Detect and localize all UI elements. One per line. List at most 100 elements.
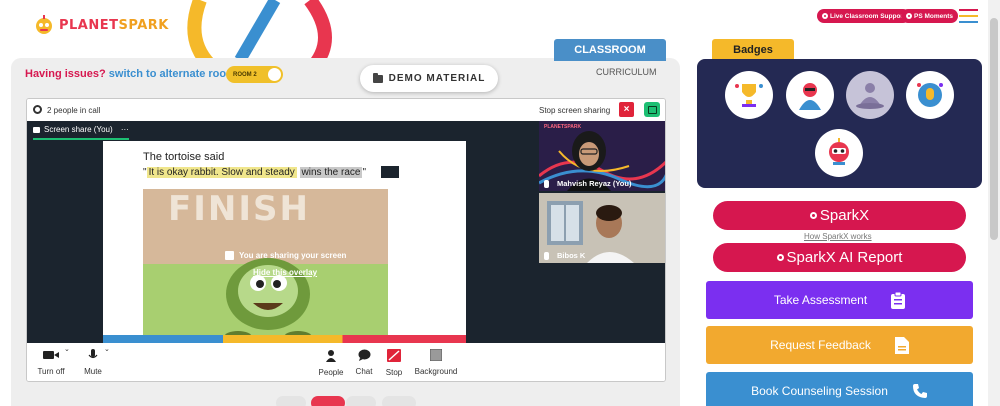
chat-icon — [358, 349, 370, 361]
tab-classroom[interactable]: CLASSROOM — [554, 39, 666, 61]
background-label: Background — [414, 367, 458, 376]
stop-sharing-label: Stop screen sharing — [539, 106, 611, 115]
people-icon — [326, 350, 336, 362]
camera-icon — [43, 351, 59, 359]
moments-icon — [906, 13, 912, 19]
trophy-badge-icon[interactable] — [725, 71, 773, 119]
hide-overlay-link[interactable]: Hide this overlay — [253, 268, 317, 277]
meditation-badge-icon[interactable] — [846, 71, 894, 119]
slide-bottom-stripe — [103, 335, 466, 343]
sharing-overlay-message: You are sharing your screen — [225, 251, 346, 260]
mic-chevron-down-icon[interactable]: ⌄ — [104, 345, 110, 353]
stop-sharing-close-icon[interactable]: × — [619, 102, 634, 117]
people-count: 2 people in call — [47, 106, 101, 115]
people-label: People — [318, 368, 344, 377]
ps-moments-button[interactable]: PS Moments — [901, 9, 959, 23]
switch-room-link[interactable]: switch to alternate room — [109, 68, 236, 80]
live-classroom-support-button[interactable]: Live Classroom Support — [817, 9, 911, 23]
mute-button[interactable]: Mute — [81, 349, 105, 376]
participant-name: Mahvish Reyaz (You) — [557, 179, 632, 188]
tab-more-icon[interactable]: ··· — [121, 125, 129, 134]
participant-tile[interactable]: PLANETSPARK Mahvish Reyaz (You) — [539, 121, 665, 191]
phone-icon — [912, 384, 927, 398]
demo-material-button[interactable]: DEMO MATERIAL — [360, 65, 498, 92]
page-scrollbar[interactable] — [988, 0, 1000, 406]
take-assessment-button[interactable]: Take Assessment — [706, 281, 973, 319]
stop-label: Stop — [385, 368, 403, 377]
camera-chevron-down-icon[interactable]: ⌄ — [64, 345, 70, 353]
finish-scene-illustration: FINISH — [143, 189, 388, 343]
call-controls: Turn off ⌄ Mute ⌄ People Chat Stop Backg… — [27, 343, 665, 381]
scrollbar-thumb[interactable] — [990, 18, 998, 240]
call-stage: Screen share (You) ··· The tortoise said… — [27, 121, 665, 343]
ps-moments-label: PS Moments — [914, 12, 954, 20]
badges-tab[interactable]: Badges — [712, 39, 794, 61]
book-counseling-label: Book Counseling Session — [751, 384, 888, 398]
stop-share-button[interactable]: Stop — [382, 349, 406, 377]
mic-icon — [544, 252, 549, 260]
stage-tabs: Screen share (You) ··· — [27, 121, 539, 141]
mute-label: Mute — [84, 367, 102, 376]
superhero-badge-icon[interactable] — [786, 71, 834, 119]
how-sparkx-works-link[interactable]: How SparkX works — [804, 232, 872, 241]
slide-redaction-block — [381, 166, 399, 178]
live-support-label: Live Classroom Support — [830, 12, 906, 20]
room-label: ROOM 2 — [233, 71, 257, 78]
document-icon — [894, 336, 909, 354]
logo-text: PLANETSPARK — [59, 17, 169, 33]
call-top-bar: 2 people in call Stop screen sharing × — [27, 99, 665, 121]
slide-title: The tortoise said — [143, 151, 225, 163]
planetspark-logo[interactable]: PLANETSPARK — [33, 14, 169, 36]
camera-label: Turn off — [37, 367, 65, 376]
power-button[interactable] — [311, 396, 345, 406]
planetspark-robot-icon — [36, 15, 52, 34]
folder-icon — [372, 72, 383, 83]
upload-icon — [225, 251, 234, 260]
sparkx-button[interactable]: SparkX — [713, 201, 966, 230]
book-counseling-session-button[interactable]: Book Counseling Session — [706, 372, 973, 406]
tortoise-character-icon — [224, 258, 312, 343]
request-feedback-button[interactable]: Request Feedback — [706, 326, 973, 364]
toggle-knob — [268, 68, 281, 81]
slide-quote: " It is okay rabbit. Slow and steady wins… — [143, 167, 367, 178]
having-issues-text: Having issues? switch to alternate room — [25, 68, 236, 80]
background-button[interactable]: Background — [413, 348, 459, 376]
room-toggle[interactable]: ROOM 2 — [226, 66, 283, 83]
sparkx-label: SparkX — [819, 207, 870, 224]
tab-screen-share[interactable]: Screen share (You) ··· — [33, 125, 129, 140]
people-button[interactable]: People — [317, 349, 345, 377]
camera-toggle-button[interactable]: Turn off — [35, 349, 67, 376]
fullscreen-button[interactable] — [276, 396, 306, 406]
participant-name: Bibos K — [557, 251, 586, 260]
hamburger-menu-icon[interactable] — [959, 9, 978, 24]
sparkx-report-label: SparkX AI Report — [786, 249, 903, 266]
screen-button[interactable] — [346, 396, 376, 406]
demo-material-label: DEMO MATERIAL — [388, 73, 486, 84]
issues-label: Having issues? — [25, 68, 106, 80]
finish-banner-text: FINISH — [168, 189, 310, 229]
robot-badge-icon[interactable] — [815, 129, 863, 177]
background-icon — [429, 348, 443, 362]
monitor-icon — [33, 126, 40, 133]
participant-tile[interactable]: Bibos K — [539, 193, 665, 263]
sparkx-ai-report-button[interactable]: SparkX AI Report — [713, 243, 966, 272]
request-feedback-label: Request Feedback — [770, 338, 871, 352]
tab-curriculum[interactable]: CURRICULUM — [596, 67, 657, 77]
support-icon — [822, 13, 828, 19]
clipboard-icon — [891, 291, 906, 309]
chat-label: Chat — [355, 367, 373, 376]
sparkx-icon — [809, 212, 817, 219]
badges-panel — [697, 59, 982, 188]
gear-icon[interactable] — [33, 105, 42, 114]
shared-slide: The tortoise said " It is okay rabbit. Sl… — [103, 141, 466, 343]
speaker-badge-icon[interactable] — [906, 71, 954, 119]
chat-button[interactable]: Chat — [352, 349, 376, 376]
mic-icon — [544, 180, 549, 188]
screen-share-tab-label: Screen share (You) — [44, 125, 113, 134]
sparkx-report-icon — [776, 254, 784, 261]
screen-share-icon[interactable] — [644, 102, 660, 117]
globe-button[interactable] — [382, 396, 416, 406]
stop-share-icon — [387, 349, 401, 362]
take-assessment-label: Take Assessment — [773, 293, 868, 307]
microphone-icon — [88, 349, 98, 359]
